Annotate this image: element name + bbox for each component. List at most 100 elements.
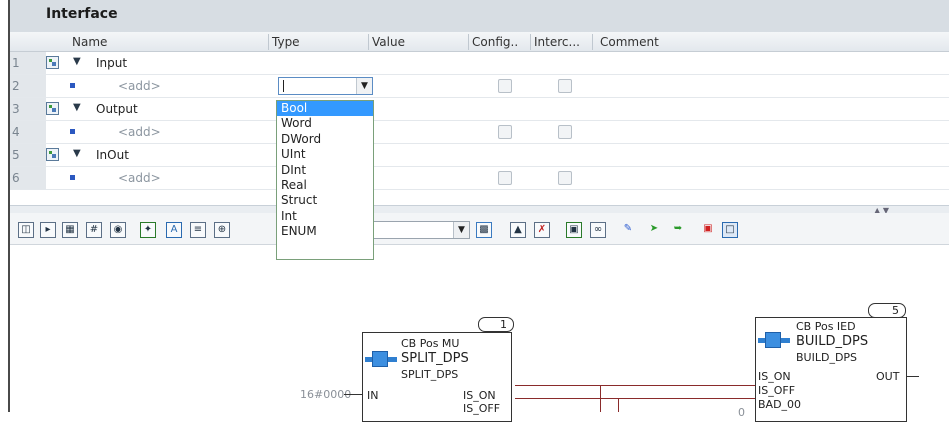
col-name[interactable]: Name [72,35,107,49]
block-type-name: SPLIT_DPS [401,351,469,366]
interconnect-checkbox[interactable] [558,79,572,93]
type-option[interactable]: Int [277,209,373,224]
interface-panel: Interface Name Type Value Config.. Inter… [10,0,949,205]
type-dropdown-list[interactable]: Bool Word DWord UInt DInt Real Struct In… [276,100,374,260]
col-type[interactable]: Type [272,35,300,49]
chevron-down-icon[interactable]: ▼ [453,222,469,238]
input-value[interactable]: 0 [738,406,745,419]
row-number: 3 [10,98,46,120]
section-name[interactable]: InOut [96,148,129,162]
interconnect-checkbox[interactable] [558,171,572,185]
left-editor-edge [0,0,10,412]
editor-toolbar: ◫ ▸ ▦ # ◉ ✦ A ≡ ⊕ ▼ ▩ ▲ ✗ ▣ ∞ ✎ ➤ ➥ ▣ □ [10,213,949,245]
split-icon[interactable]: ▸ [40,222,56,238]
input-pin-label[interactable]: IS_ON [758,370,791,383]
input-pin-label[interactable]: IS_OFF [758,384,795,397]
pencil-icon[interactable]: ✎ [620,222,636,238]
type-option[interactable]: Bool [277,101,373,117]
config-checkbox[interactable] [498,125,512,139]
section-name[interactable]: Output [96,102,138,116]
hash-icon[interactable]: # [86,222,102,238]
add-placeholder[interactable]: <add> [118,171,161,185]
col-sep[interactable] [268,34,269,50]
table-row[interactable]: 5 ▼ InOut [10,144,949,167]
block-subtype-name: BUILD_DPS [796,351,858,364]
block-interface-icon [46,56,60,70]
block-instance-name: CB Pos IED [796,320,856,333]
build-dps-block[interactable]: CB Pos IED BUILD_DPS BUILD_DPS IS_ON IS_… [755,317,907,422]
mark-icon[interactable]: ▣ [566,222,582,238]
list-icon[interactable]: ≡ [190,222,206,238]
type-option[interactable]: DInt [277,163,373,178]
type-option[interactable]: Struct [277,193,373,208]
parameter-icon [70,83,75,88]
signal-wire [618,398,619,412]
type-option[interactable]: Word [277,116,373,131]
sheet-icon[interactable]: ▲ [510,222,526,238]
block-interface-icon [46,102,60,116]
table-row[interactable]: 1 ▼ Input [10,52,949,75]
add-placeholder[interactable]: <add> [118,125,161,139]
col-sep[interactable] [468,34,469,50]
table-row[interactable]: 3 ▼ Output [10,98,949,121]
unlock-icon[interactable]: □ [722,222,738,238]
grid-icon[interactable]: ▦ [62,222,78,238]
config-checkbox[interactable] [498,171,512,185]
col-value[interactable]: Value [372,35,405,49]
expand-triangle-icon[interactable]: ▼ [73,56,81,67]
input-pin-label[interactable]: BAD_00 [758,398,801,411]
col-sep[interactable] [592,34,593,50]
expand-triangle-icon[interactable]: ▼ [73,148,81,159]
row-number: 4 [10,121,46,143]
input-pin-line [344,394,362,395]
type-option[interactable]: ENUM [277,224,373,239]
col-sep[interactable] [368,34,369,50]
font-icon[interactable]: A [166,222,182,238]
network-icon[interactable]: ◉ [110,222,126,238]
crossref-icon[interactable]: ✗ [534,222,550,238]
col-config[interactable]: Config.. [472,35,518,49]
column-header: Name Type Value Config.. Interc... Comme… [10,32,949,52]
interconnect-checkbox[interactable] [558,125,572,139]
columns-icon[interactable]: ◫ [18,222,34,238]
row-number: 6 [10,167,46,189]
add-placeholder[interactable]: <add> [118,79,161,93]
type-option[interactable]: UInt [277,147,373,162]
expand-triangle-icon[interactable]: ▼ [73,102,81,113]
section-name[interactable]: Input [96,56,127,70]
lock-icon[interactable]: ▣ [700,222,716,238]
link-icon[interactable]: ∞ [590,222,606,238]
col-interconnect[interactable]: Interc... [534,35,580,49]
config-checkbox[interactable] [498,79,512,93]
output-pin-label[interactable]: IS_OFF [463,402,500,415]
arrow-out-icon[interactable]: ➥ [670,222,686,238]
panel-splitter[interactable]: ▲ ▼ [10,205,949,215]
type-option[interactable]: Real [277,178,373,193]
col-sep[interactable] [530,34,531,50]
fbd-canvas[interactable]: 1 CB Pos MU SPLIT_DPS SPLIT_DPS IN IS_ON… [10,246,949,422]
table-row[interactable]: 4 <add> [10,121,949,144]
row-number: 2 [10,75,46,97]
output-pin-label[interactable]: IS_ON [463,389,496,402]
type-input[interactable]: ▼ [278,77,373,95]
block-subtype-name: SPLIT_DPS [401,368,459,381]
row-number: 5 [10,144,46,166]
function-block-icon [758,330,790,350]
block-type-name: BUILD_DPS [796,334,869,349]
table-row[interactable]: 2 <add> ▼ [10,75,949,98]
block-instance-name: CB Pos MU [401,337,460,350]
output-pin-label[interactable]: OUT [876,370,899,383]
table-row[interactable]: 6 <add> [10,167,949,190]
chart-icon[interactable]: ▩ [476,222,492,238]
function-block-icon [365,349,397,369]
arrow-in-icon[interactable]: ➤ [646,222,662,238]
zoom-icon[interactable]: ⊕ [214,222,230,238]
chevron-down-icon[interactable]: ▼ [356,78,372,94]
type-option[interactable]: DWord [277,132,373,147]
input-pin-label[interactable]: IN [367,389,378,402]
wizard-icon[interactable]: ✦ [140,222,156,238]
split-dps-block[interactable]: CB Pos MU SPLIT_DPS SPLIT_DPS IN IS_ON I… [362,332,512,422]
output-pin-line [907,376,919,377]
zoom-combo[interactable]: ▼ [372,221,470,239]
col-comment[interactable]: Comment [600,35,659,49]
